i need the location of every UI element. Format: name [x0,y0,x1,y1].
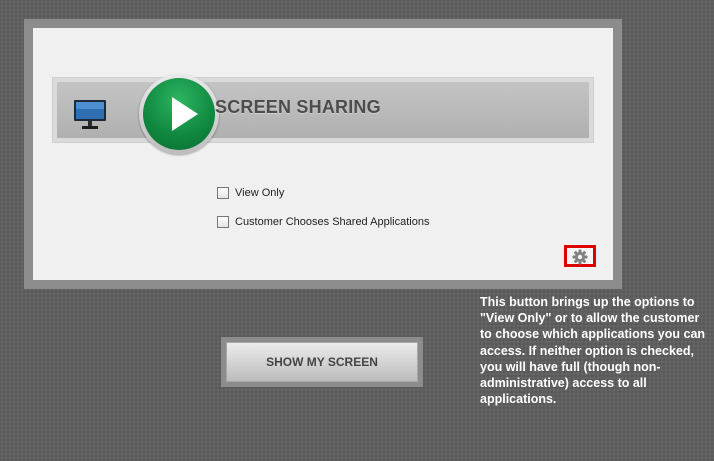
header-bar-background: SCREEN SHARING [57,74,589,154]
view-only-option[interactable]: View Only [217,187,284,199]
panel-content: SCREEN SHARING View Only Customer Choose… [33,28,613,280]
view-only-checkbox[interactable] [217,187,229,199]
customer-chooses-apps-option[interactable]: Customer Chooses Shared Applications [217,216,429,228]
gear-icon [572,249,588,265]
monitor-icon [74,100,106,129]
screen-sharing-panel: SCREEN SHARING View Only Customer Choose… [24,19,622,289]
view-only-label: View Only [235,187,285,199]
play-button-face [143,78,215,150]
annotation-text: This button brings up the options to "Vi… [480,295,706,407]
play-icon [172,97,198,131]
start-screen-sharing-button[interactable] [139,74,219,154]
customer-chooses-apps-label: Customer Chooses Shared Applications [235,216,430,228]
screen-sharing-header: SCREEN SHARING [52,74,594,154]
show-my-screen-frame: SHOW MY SCREEN [221,337,423,387]
sharing-options-button[interactable] [564,245,596,267]
screen-sharing-title: SCREEN SHARING [215,97,381,117]
customer-chooses-apps-checkbox[interactable] [217,216,229,228]
show-my-screen-button[interactable]: SHOW MY SCREEN [226,342,418,382]
